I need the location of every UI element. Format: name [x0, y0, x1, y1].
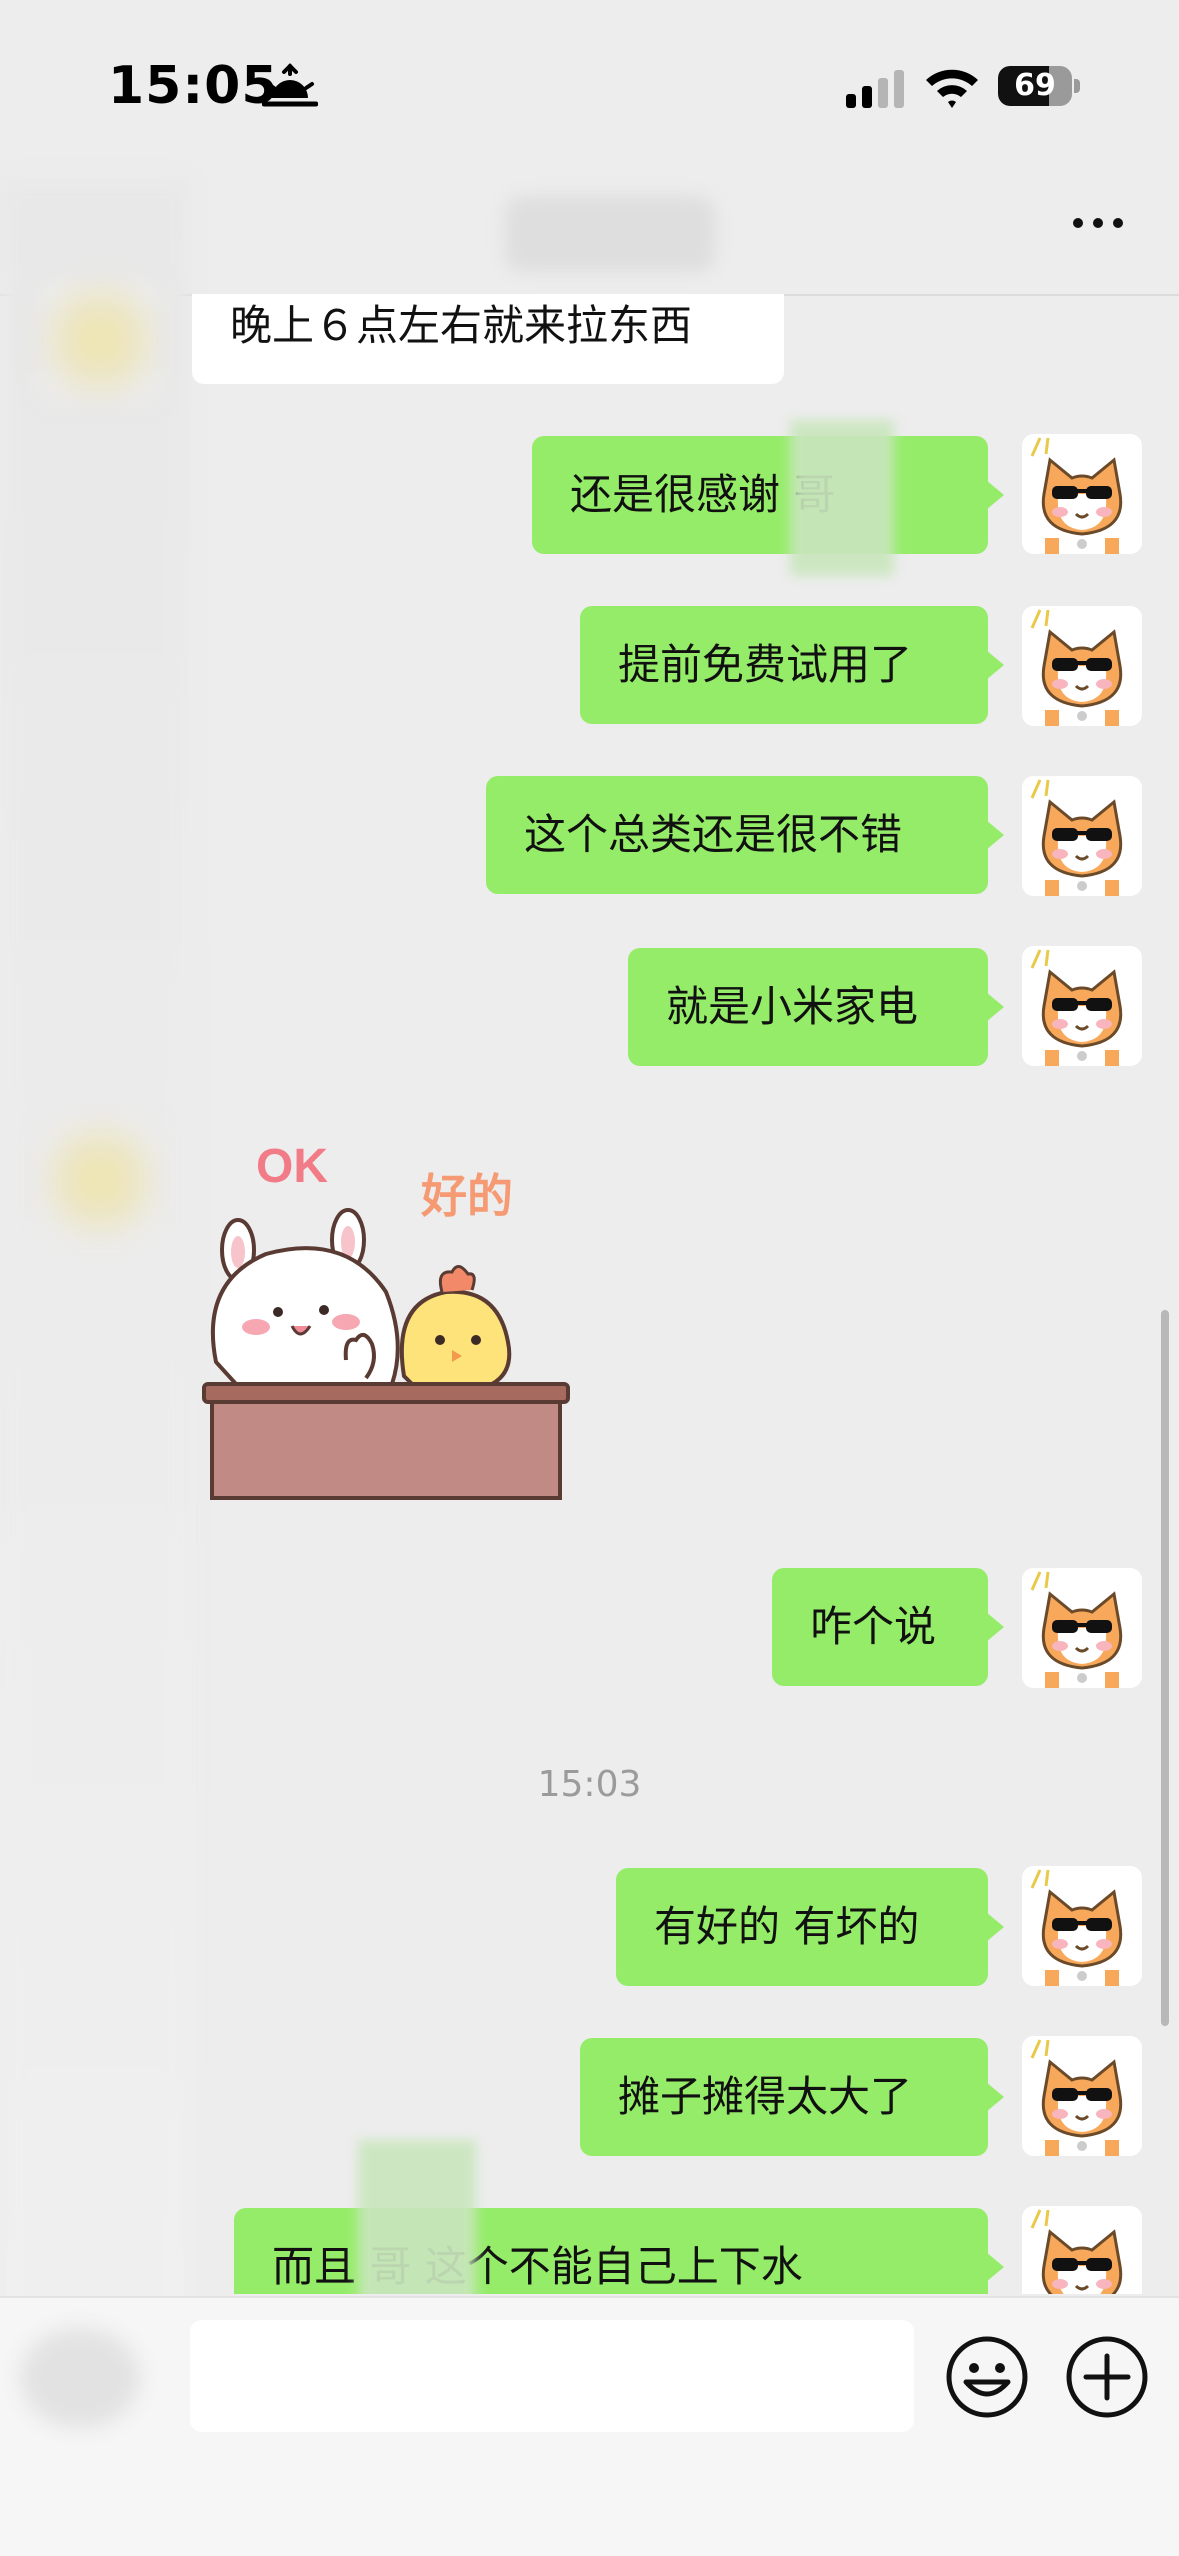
- outgoing-message[interactable]: 咋个说: [772, 1568, 1004, 1686]
- self-avatar[interactable]: [1022, 606, 1142, 726]
- chat-title-redacted: [505, 196, 715, 272]
- message-timestamp: 15:03: [537, 1764, 642, 1805]
- signal-icon: [846, 70, 904, 108]
- voice-button-redacted[interactable]: [20, 2328, 140, 2428]
- outgoing-message[interactable]: 这个总类还是很不错: [486, 776, 1004, 894]
- message-input[interactable]: [190, 2320, 914, 2432]
- scroll-indicator[interactable]: [1161, 1310, 1169, 2026]
- self-avatar[interactable]: [1022, 2036, 1142, 2156]
- outgoing-message[interactable]: 提前免费试用了: [580, 606, 1004, 724]
- redaction-mask: [790, 420, 894, 576]
- sticker-haode-text: 好的: [420, 1169, 513, 1223]
- redaction-mask: [358, 2140, 476, 2294]
- emoji-icon[interactable]: [944, 2334, 1030, 2420]
- outgoing-message[interactable]: 还是很感谢 哥: [532, 436, 1004, 554]
- ok-sticker[interactable]: OK 好的: [196, 1132, 596, 1512]
- more-icon[interactable]: [1070, 212, 1126, 234]
- input-bar: [0, 2296, 1179, 2556]
- wifi-icon: [926, 69, 978, 108]
- self-avatar[interactable]: [1022, 434, 1142, 554]
- self-avatar[interactable]: [1022, 2206, 1142, 2294]
- status-time: 15:05: [108, 56, 279, 116]
- chat-screen: 15:05 69 晚上６点左右就来拉东西 还是很感谢 哥 提前免费试用了 这个总…: [0, 0, 1179, 2556]
- self-avatar[interactable]: [1022, 776, 1142, 896]
- status-bar: 15:05 69: [0, 0, 1179, 150]
- outgoing-message[interactable]: 就是小米家电: [628, 948, 1004, 1066]
- sunset-icon: [262, 63, 318, 107]
- sticker-ok-text: OK: [256, 1140, 328, 1193]
- outgoing-message[interactable]: 有好的 有坏的: [616, 1868, 1004, 1986]
- battery-indicator: 69: [998, 66, 1080, 106]
- battery-percent: 69: [1014, 68, 1056, 103]
- outgoing-message[interactable]: 而且 哥 这个不能自己上下水: [234, 2208, 1004, 2294]
- self-avatar[interactable]: [1022, 1568, 1142, 1688]
- message-list[interactable]: 晚上６点左右就来拉东西 还是很感谢 哥 提前免费试用了 这个总类还是很不错 就是…: [0, 294, 1179, 2294]
- incoming-message[interactable]: 晚上６点左右就来拉东西: [192, 294, 784, 384]
- outgoing-message[interactable]: 摊子摊得太大了: [580, 2038, 1004, 2156]
- self-avatar[interactable]: [1022, 1866, 1142, 1986]
- self-avatar[interactable]: [1022, 946, 1142, 1066]
- plus-icon[interactable]: [1064, 2334, 1150, 2420]
